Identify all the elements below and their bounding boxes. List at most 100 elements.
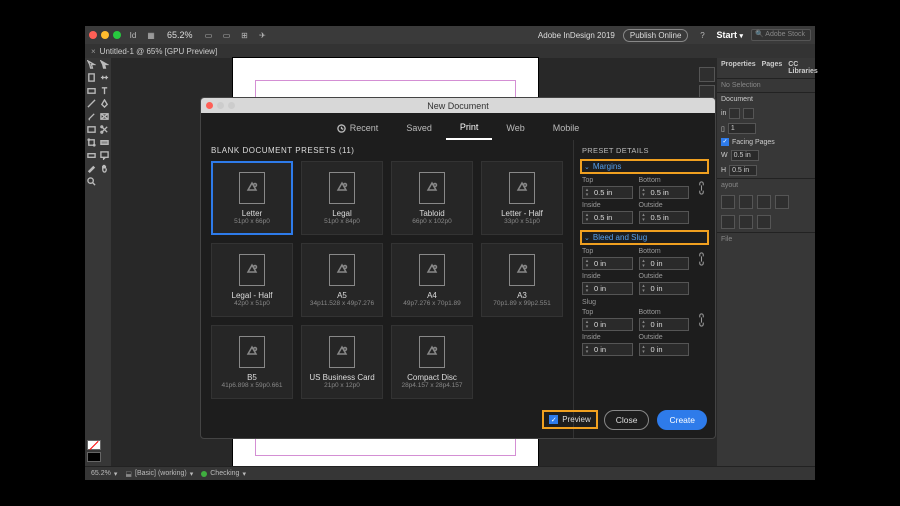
height-input[interactable]: 0.5 in [729, 165, 757, 176]
free-transform-tool-icon[interactable] [85, 136, 98, 149]
tab-print[interactable]: Print [446, 117, 493, 140]
link-slug-icon[interactable] [695, 309, 707, 331]
preset-card-tabloid[interactable]: Tabloid66p0 x 102p0 [391, 161, 473, 235]
bleed-slug-accordion[interactable]: ⌄Bleed and Slug [580, 230, 709, 245]
bridge-icon[interactable]: ▦ [145, 29, 157, 41]
create-button[interactable]: Create [657, 410, 707, 430]
view-options-icon[interactable]: ▭ [203, 29, 215, 41]
tab-pages[interactable]: Pages [762, 61, 783, 75]
close-window-icon[interactable] [89, 31, 97, 39]
pen-tool-icon[interactable] [98, 97, 111, 110]
window-controls[interactable] [89, 31, 121, 39]
preset-name: A4 [427, 291, 437, 300]
tab-web[interactable]: Web [492, 117, 538, 140]
guides-button-icon[interactable] [757, 195, 771, 209]
help-icon[interactable]: ? [696, 29, 708, 41]
fill-swatch[interactable] [87, 440, 101, 450]
margin-top-input[interactable]: ▴▾0.5 in [582, 186, 633, 199]
preset-card-letter-half[interactable]: Letter - Half33p0 x 51p0 [481, 161, 563, 235]
tab-recent[interactable]: Recent [323, 117, 393, 140]
orientation-portrait-icon[interactable] [729, 108, 740, 119]
minimize-window-icon[interactable] [101, 31, 109, 39]
bleed-outside-input[interactable]: ▴▾0 in [639, 282, 690, 295]
slug-bottom-input[interactable]: ▴▾0 in [639, 318, 690, 331]
columns-button-icon[interactable] [739, 195, 753, 209]
type-tool-icon[interactable] [98, 84, 111, 97]
bleed-inside-input[interactable]: ▴▾0 in [582, 282, 633, 295]
margin-bottom-input[interactable]: ▴▾0.5 in [639, 186, 690, 199]
preset-name: B5 [247, 373, 257, 382]
status-preflight[interactable]: Checking [210, 470, 239, 477]
screen-mode-icon[interactable]: ▭ [221, 29, 233, 41]
status-layer[interactable]: [Basic] (working) [135, 470, 187, 477]
document-tab[interactable]: Untitled-1 @ 65% [GPU Preview] [100, 47, 218, 56]
publish-online-button[interactable]: Publish Online [623, 29, 689, 42]
preset-card-letter[interactable]: Letter51p0 x 66p0 [211, 161, 293, 235]
margin-inside-input[interactable]: ▴▾0.5 in [582, 211, 633, 224]
gradient-feather-tool-icon[interactable] [85, 149, 98, 162]
panel-icon-1[interactable] [699, 67, 715, 82]
preset-card-legal[interactable]: Legal51p0 x 84p0 [301, 161, 383, 235]
page-tool-icon[interactable] [85, 71, 98, 84]
pencil-tool-icon[interactable] [85, 110, 98, 123]
preset-card-b5[interactable]: B541p6.898 x 59p0.661 [211, 325, 293, 399]
bleed-top-input[interactable]: ▴▾0 in [582, 257, 633, 270]
scissors-tool-icon[interactable] [98, 123, 111, 136]
layout-btn-3[interactable] [757, 215, 771, 229]
link-bleed-icon[interactable] [695, 248, 707, 270]
facing-pages-checkbox[interactable]: ✓ [721, 138, 729, 146]
dialog-close-icon[interactable] [206, 102, 213, 109]
zoom-tool-icon[interactable] [85, 175, 98, 188]
tab-cc-libraries[interactable]: CC Libraries [788, 61, 818, 75]
bleed-bottom-input[interactable]: ▴▾0 in [639, 257, 690, 270]
preset-card-compact-disc[interactable]: Compact Disc28p4.157 x 28p4.157 [391, 325, 473, 399]
layout-btn-2[interactable] [739, 215, 753, 229]
slug-top-input[interactable]: ▴▾0 in [582, 318, 633, 331]
gpu-icon[interactable]: ✈ [257, 29, 269, 41]
direct-selection-tool-icon[interactable] [98, 58, 111, 71]
selection-tool-icon[interactable] [85, 58, 98, 71]
margin-outside-input[interactable]: ▴▾0.5 in [639, 211, 690, 224]
preset-card-a3[interactable]: A370p1.89 x 99p2.551 [481, 243, 563, 317]
layout-btn-1[interactable] [721, 215, 735, 229]
dialog-window-controls[interactable] [206, 102, 235, 109]
margins-button-icon[interactable] [721, 195, 735, 209]
tab-properties[interactable]: Properties [721, 61, 756, 75]
pages-input[interactable]: 1 [728, 123, 756, 134]
margins-accordion[interactable]: ⌄Margins [580, 159, 709, 174]
status-zoom[interactable]: 65.2% [91, 470, 111, 477]
arrange-icon[interactable]: ⊞ [239, 29, 251, 41]
tab-mobile[interactable]: Mobile [539, 117, 594, 140]
width-input[interactable]: 0.5 in [731, 150, 759, 161]
preset-card-us-business-card[interactable]: US Business Card21p0 x 12p0 [301, 325, 383, 399]
close-button[interactable]: Close [604, 410, 650, 430]
properties-panel: Properties Pages CC Libraries No Selecti… [717, 58, 815, 466]
workspace-switcher[interactable]: Start ▾ [716, 30, 743, 40]
section-file: File [717, 232, 815, 246]
gradient-swatch-tool-icon[interactable] [98, 136, 111, 149]
eyedropper-tool-icon[interactable] [85, 162, 98, 175]
gap-tool-icon[interactable] [98, 71, 111, 84]
preset-card-legal-half[interactable]: Legal - Half42p0 x 51p0 [211, 243, 293, 317]
tab-close-icon[interactable]: × [91, 47, 96, 56]
slug-inside-input[interactable]: ▴▾0 in [582, 343, 633, 356]
content-collector-tool-icon[interactable] [85, 84, 98, 97]
fill-stroke-swatches[interactable] [85, 438, 111, 466]
preview-checkbox[interactable]: ✓Preview [542, 410, 597, 429]
line-tool-icon[interactable] [85, 97, 98, 110]
stroke-swatch[interactable] [87, 452, 101, 462]
link-margins-icon[interactable] [695, 177, 707, 199]
preset-card-a5[interactable]: A534p11.528 x 49p7.276 [301, 243, 383, 317]
adjust-button-icon[interactable] [775, 195, 789, 209]
preset-card-a4[interactable]: A449p7.276 x 70p1.89 [391, 243, 473, 317]
maximize-window-icon[interactable] [113, 31, 121, 39]
zoom-display[interactable]: 65.2% [163, 30, 197, 40]
rectangle-tool-icon[interactable] [85, 123, 98, 136]
note-tool-icon[interactable] [98, 149, 111, 162]
tab-saved[interactable]: Saved [392, 117, 446, 140]
orientation-landscape-icon[interactable] [743, 108, 754, 119]
stock-search-input[interactable]: 🔍 Adobe Stock [751, 29, 811, 41]
slug-outside-input[interactable]: ▴▾0 in [639, 343, 690, 356]
rectangle-frame-tool-icon[interactable] [98, 110, 111, 123]
hand-tool-icon[interactable] [98, 162, 111, 175]
